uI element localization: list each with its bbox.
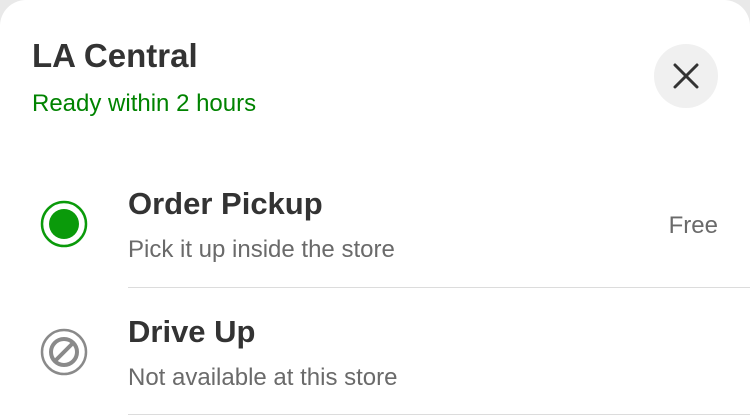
fulfillment-sheet: LA Central Ready within 2 hours Order Pi… bbox=[0, 0, 750, 416]
ready-time-text: Ready within 2 hours bbox=[32, 90, 257, 117]
close-button[interactable] bbox=[654, 44, 718, 108]
option-title: Order Pickup bbox=[128, 186, 323, 221]
option-title: Drive Up bbox=[128, 314, 256, 349]
option-subtitle: Not available at this store bbox=[128, 364, 398, 391]
option-subtitle: Pick it up inside the store bbox=[128, 236, 395, 263]
radio-selected-icon[interactable] bbox=[40, 200, 88, 248]
store-name: LA Central bbox=[32, 37, 198, 74]
divider bbox=[128, 414, 750, 415]
option-order-pickup[interactable]: Order Pickup Pick it up inside the store… bbox=[0, 160, 750, 288]
option-price: Free bbox=[668, 212, 718, 239]
unavailable-icon bbox=[40, 328, 88, 376]
close-icon bbox=[673, 63, 699, 89]
option-drive-up: Drive Up Not available at this store bbox=[0, 288, 750, 416]
